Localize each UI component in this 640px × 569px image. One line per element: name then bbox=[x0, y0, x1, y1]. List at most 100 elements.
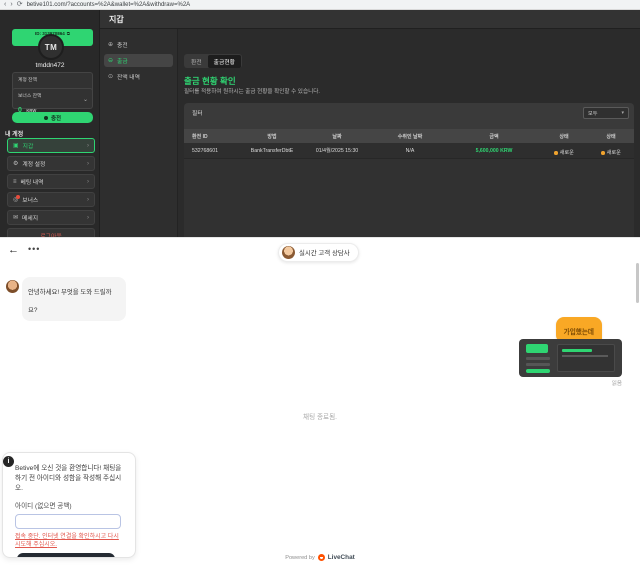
livechat-brand[interactable]: LiveChat bbox=[328, 554, 355, 561]
subnav-item-deposit[interactable]: ⊕ 충전 bbox=[104, 38, 173, 51]
status-badge: 새로운 bbox=[601, 149, 621, 156]
deposit-button[interactable]: 충전 bbox=[12, 112, 93, 123]
chevron-right-icon: › bbox=[87, 197, 89, 203]
sidebar-item-betting-history[interactable]: ≡ 베팅 내역 › bbox=[7, 174, 95, 189]
balance-history-icon: ⊙ bbox=[108, 73, 113, 80]
agent-avatar bbox=[6, 280, 19, 293]
cell-amount: 5,600,000 KRW bbox=[448, 148, 540, 154]
info-icon: i bbox=[3, 456, 14, 467]
withdrawals-table: 환전 ID 방법 날짜 수취인 날짜 금액 상태 상태 532768601 Ba… bbox=[184, 129, 634, 237]
menu-dots-icon[interactable]: ••• bbox=[28, 244, 40, 254]
back-icon[interactable]: ← bbox=[8, 245, 19, 256]
sidebar-item-label: 메세지 bbox=[22, 213, 83, 222]
livechat-logo-icon bbox=[318, 554, 325, 561]
thumbnail-green-button bbox=[526, 369, 550, 373]
tab-withdraw-status[interactable]: 출금현황 bbox=[208, 55, 241, 68]
wallet-icon: ▣ bbox=[13, 143, 19, 149]
browser-address-bar: ‹ › ⟳ betive101.com/?accounts=%2A&wallet… bbox=[0, 0, 640, 10]
screen: ‹ › ⟳ betive101.com/?accounts=%2A&wallet… bbox=[0, 0, 640, 569]
column-header-date: 날짜 bbox=[302, 133, 372, 140]
agent-avatar-icon bbox=[282, 246, 295, 259]
column-header-amount: 금액 bbox=[448, 133, 540, 140]
column-header-status: 상태 bbox=[540, 133, 588, 140]
subnav-item-withdraw[interactable]: ⊖ 출금 bbox=[104, 54, 173, 67]
cell-recipient-date: N/A bbox=[372, 148, 448, 154]
chevron-right-icon: › bbox=[87, 143, 89, 149]
thumbnail-panel bbox=[557, 344, 615, 372]
bonus-balance-label: 보너스 잔액 bbox=[18, 92, 87, 99]
welcome-text: Betive에 오신 것을 환영합니다! 채팅을 하기 전 아이디와 성함을 작… bbox=[15, 464, 125, 494]
url-text[interactable]: betive101.com/?accounts=%2A&wallet=%2A&w… bbox=[27, 2, 191, 8]
chevron-right-icon: › bbox=[87, 179, 89, 185]
cell-status: 새로운 bbox=[607, 149, 621, 156]
cell-status: 새로운 bbox=[560, 149, 574, 156]
bonus-balance-box[interactable]: 보너스 잔액 0 KRW ⌄ bbox=[12, 88, 93, 109]
sidebar-item-label: 베팅 내역 bbox=[21, 177, 83, 186]
cell-method: BankTransferDbtE bbox=[242, 148, 302, 154]
sidebar-item-logout[interactable]: 로그아웃 bbox=[7, 228, 95, 237]
status-dot-icon bbox=[601, 151, 605, 155]
livechat-widget: ← ••• 실시간 고객 상담사 안녕하세요! 무엇을 도와 드릴까요? 가입했… bbox=[0, 237, 640, 569]
username: tmddn472 bbox=[0, 62, 100, 69]
browser-reload-icon[interactable]: ⟳ bbox=[17, 1, 23, 8]
notification-badge bbox=[16, 195, 20, 199]
deposit-coin-icon bbox=[44, 116, 48, 120]
status-dot-icon bbox=[554, 151, 558, 155]
withdraw-tabs: 환전 출금현황 bbox=[184, 54, 242, 68]
status-badge: 새로운 bbox=[554, 149, 574, 156]
filter-band: 필터 모두 ▾ bbox=[184, 103, 634, 129]
chat-ended-message: 채팅 종료됨. bbox=[0, 411, 640, 421]
dropdown-caret-icon: ▾ bbox=[621, 110, 624, 116]
table-row[interactable]: 532768601 BankTransferDbtE 01/4월/2025 15… bbox=[184, 143, 634, 159]
withdraw-icon: ⊖ bbox=[108, 57, 113, 64]
tab-exchange[interactable]: 환전 bbox=[185, 55, 208, 68]
thumbnail-line bbox=[526, 363, 550, 366]
subnav-item-label: 충전 bbox=[117, 40, 128, 49]
chat-scrollbar[interactable] bbox=[636, 263, 639, 303]
chevron-right-icon: › bbox=[87, 215, 89, 221]
avatar-initials: TM bbox=[45, 43, 58, 52]
wallet-app: ID: 313970864 ⧉ TM tmddn472 계정 잔액 0 KRW … bbox=[0, 10, 640, 237]
subnav-item-label: 잔액 내역 bbox=[117, 72, 140, 81]
read-receipt: 읽음 bbox=[612, 379, 622, 387]
cell-date: 01/4월/2025 15:30 bbox=[302, 147, 372, 154]
prechat-form-card: Betive에 오신 것을 환영합니다! 채팅을 하기 전 아이디와 성함을 작… bbox=[2, 452, 136, 558]
page-title: 지갑 bbox=[109, 14, 124, 25]
subnav-item-label: 출금 bbox=[117, 56, 128, 65]
userid-input[interactable] bbox=[15, 514, 121, 529]
subnav-item-balance-history[interactable]: ⊙ 잔액 내역 bbox=[104, 70, 173, 83]
panel-subtitle: 필터를 적용하여 원하시는 출금 현황을 확인할 수 있습니다. bbox=[184, 87, 320, 95]
agent-pill-label: 실시간 고객 상담사 bbox=[299, 248, 350, 257]
sidebar-item-wallet[interactable]: ▣ 지갑 › bbox=[7, 138, 95, 153]
browser-back-icon[interactable]: ‹ bbox=[4, 1, 6, 8]
chevron-down-icon[interactable]: ⌄ bbox=[83, 96, 88, 103]
sidebar: ID: 313970864 ⧉ TM tmddn472 계정 잔액 0 KRW … bbox=[0, 10, 100, 237]
visitor-message-text: 가입했는데 bbox=[564, 329, 594, 336]
sidebar-item-messages[interactable]: ✉ 메세지 › bbox=[7, 210, 95, 225]
sidebar-item-label: 지갑 bbox=[23, 141, 83, 150]
sidebar-item-bonus[interactable]: ◎ 보너스 › bbox=[7, 192, 95, 207]
my-account-section-title: 내 계정 bbox=[5, 129, 23, 138]
column-header-status: 상태 bbox=[588, 133, 634, 140]
status-filter-dropdown[interactable]: 모두 ▾ bbox=[583, 107, 629, 119]
message-icon: ✉ bbox=[13, 215, 18, 221]
userid-field-label: 아이디 (없으면 공백) bbox=[15, 500, 125, 510]
powered-by-text: Powered by bbox=[285, 555, 315, 561]
sidebar-item-account-settings[interactable]: ⚙ 계정 설정 › bbox=[7, 156, 95, 171]
browser-forward-icon[interactable]: › bbox=[10, 1, 12, 8]
agent-message-text: 안녕하세요! 무엇을 도와 드릴까요? bbox=[28, 289, 112, 314]
filter-label: 필터 bbox=[192, 108, 203, 117]
avatar: TM bbox=[38, 34, 64, 60]
agent-status-pill: 실시간 고객 상담사 bbox=[278, 243, 359, 262]
column-header-id: 환전 ID bbox=[184, 133, 242, 140]
thumbnail-line bbox=[526, 357, 550, 360]
column-header-method: 방법 bbox=[242, 133, 302, 140]
bonus-icon: ◎ bbox=[13, 197, 18, 203]
attachment-thumbnail[interactable] bbox=[519, 339, 622, 377]
livechat-footer: Powered by LiveChat bbox=[0, 554, 640, 561]
copy-icon[interactable]: ⧉ bbox=[67, 31, 70, 36]
deposit-icon: ⊕ bbox=[108, 41, 113, 48]
connection-error-text: 접속 중단. 인터넷 연결을 확인하시고 다시 시도해 주십시오. bbox=[15, 533, 125, 550]
thumbnail-green-card bbox=[526, 344, 548, 353]
chevron-right-icon: › bbox=[87, 161, 89, 167]
